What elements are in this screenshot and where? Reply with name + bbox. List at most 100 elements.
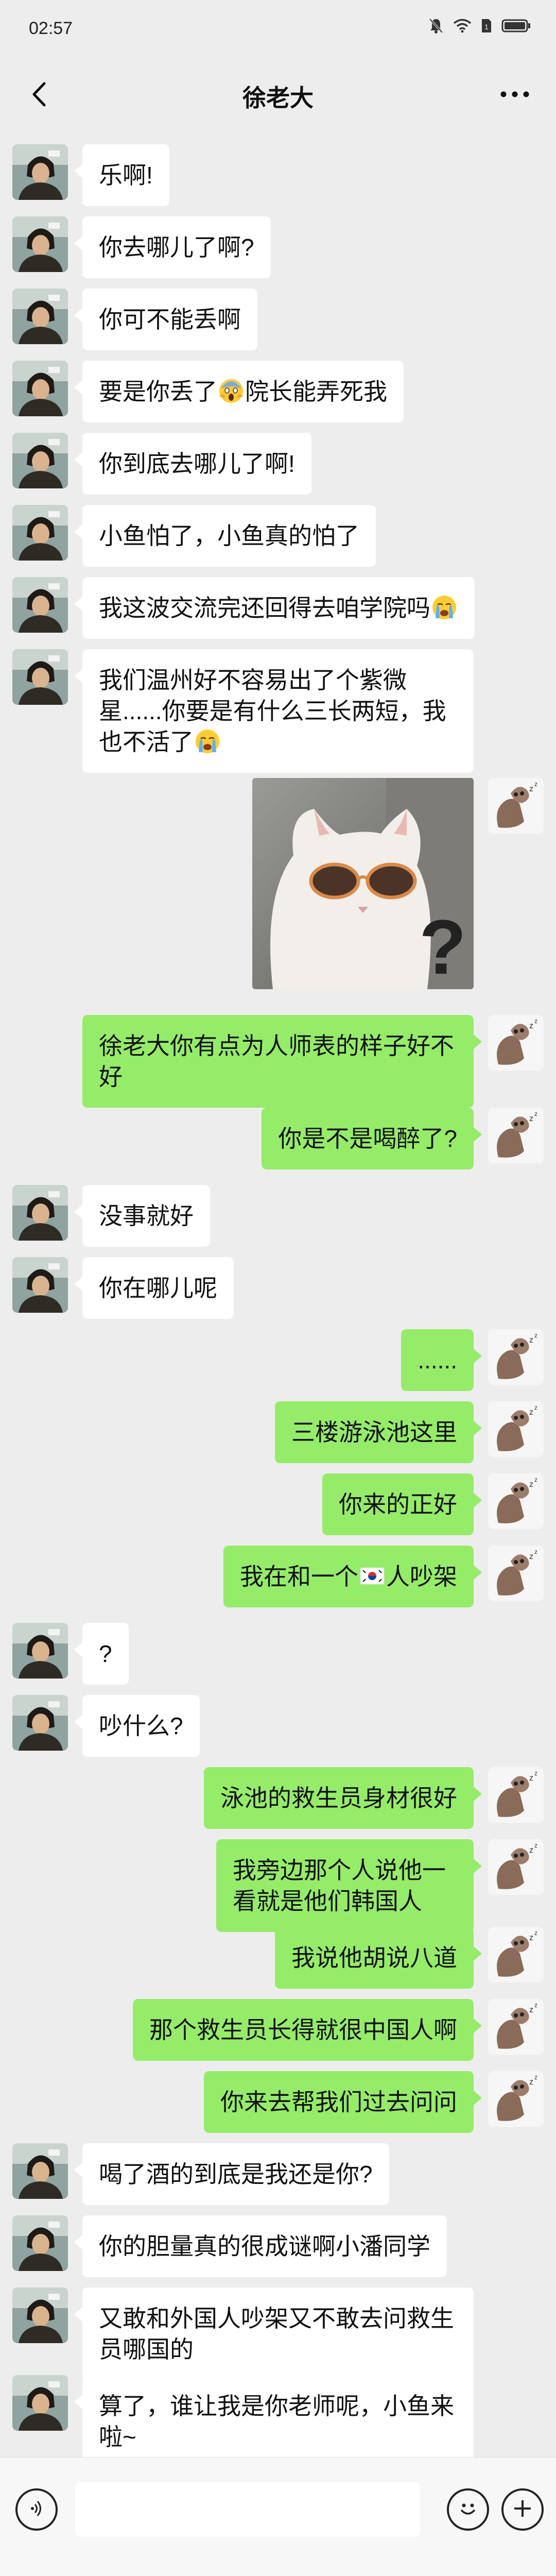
contact-avatar[interactable] (12, 649, 68, 705)
contact-avatar[interactable] (12, 2215, 68, 2271)
message-input[interactable] (75, 2482, 420, 2537)
svg-text:z: z (534, 1842, 537, 1849)
cat-sunglasses-sticker[interactable]: ? (252, 778, 474, 989)
my-avatar[interactable]: z z (488, 1767, 544, 1823)
my-avatar[interactable]: z z (488, 1839, 544, 1895)
message-bubble[interactable]: 喝了酒的到底是我还是你? (74, 2143, 389, 2205)
contact-avatar[interactable] (12, 216, 68, 272)
message-text: ...... (418, 1347, 457, 1374)
message-text: 我在和一个 (240, 1563, 358, 1590)
message-bubble[interactable]: 你来去帮我们过去问问 (204, 2071, 482, 2133)
message-bubble[interactable]: ...... (401, 1329, 482, 1391)
svg-text:z: z (529, 1552, 533, 1561)
message-text: 院长能弄死我 (245, 378, 387, 405)
message-bubble[interactable]: 你去哪儿了啊? (74, 216, 271, 278)
message-bubble[interactable]: 那个救生员长得就很中国人啊 (133, 1999, 482, 2061)
my-avatar[interactable]: z z (488, 1999, 544, 2055)
contact-avatar[interactable] (12, 144, 68, 200)
crying-emoji (194, 728, 221, 755)
voice-icon (26, 2498, 47, 2521)
svg-text:z: z (534, 1332, 537, 1339)
svg-text:z: z (534, 1929, 537, 1937)
contact-avatar[interactable] (12, 1695, 68, 1751)
voice-button[interactable] (15, 2488, 58, 2531)
emoji-button[interactable] (447, 2488, 489, 2531)
svg-text:z: z (534, 1770, 537, 1777)
contact-avatar[interactable] (12, 2375, 68, 2431)
message-bubble[interactable]: 乐啊! (74, 144, 169, 206)
my-avatar[interactable]: z z (488, 1401, 544, 1457)
message-bubble[interactable]: 我旁边那个人说他一看就是他们韩国人 (216, 1839, 482, 1932)
contact-avatar[interactable] (12, 289, 68, 344)
my-avatar[interactable]: z z (488, 1927, 544, 1982)
battery-icon (501, 19, 531, 36)
svg-text:z: z (529, 2078, 533, 2087)
contact-avatar[interactable] (12, 577, 68, 633)
scream-emoji (217, 378, 245, 405)
message-bubble[interactable]: 又敢和外国人吵架又不敢去问救生员哪国的 (74, 2287, 474, 2380)
message-bubble[interactable]: 要是你丢了 院长能弄死我 (74, 361, 404, 422)
contact-avatar[interactable] (12, 361, 68, 416)
plus-icon (511, 2497, 534, 2522)
message-bubble[interactable]: 我说他胡说八道 (275, 1927, 482, 1989)
message-text: 泳池的救生员身材很好 (220, 1785, 457, 1811)
message-text: 我们温州好不容易出了个紫微星......你要是有什么三长两短，我也不活了 (99, 667, 446, 755)
svg-text:z: z (534, 1110, 537, 1117)
message-bubble[interactable]: 你来的正好 (322, 1473, 482, 1535)
contact-avatar[interactable] (12, 433, 68, 488)
message-bubble[interactable]: 你到底去哪儿了啊! (74, 433, 311, 495)
svg-text:z: z (534, 2002, 537, 2009)
message-bubble[interactable]: ? (74, 1623, 129, 1685)
message-bubble[interactable]: 算了，谁让我是你老师呢，小鱼来啦~ (74, 2375, 474, 2468)
message-bubble[interactable]: 没事就好 (74, 1185, 210, 1247)
message-text: 又敢和外国人吵架又不敢去问救生员哪国的 (99, 2305, 454, 2363)
message-bubble[interactable]: 你在哪儿呢 (74, 1257, 234, 1319)
message-bubble[interactable]: 徐老大你有点为人师表的样子好不好 (82, 1015, 482, 1108)
message-text: ? (99, 1640, 112, 1667)
message-text: 没事就好 (99, 1202, 194, 1229)
my-avatar[interactable]: z z (488, 2071, 544, 2127)
svg-text:z: z (534, 1018, 537, 1025)
contact-avatar[interactable] (12, 1257, 68, 1313)
contact-avatar[interactable] (12, 505, 68, 561)
chat-title: 徐老大 (242, 84, 314, 111)
my-avatar[interactable]: z z (488, 1546, 544, 1601)
korea-flag-emoji (358, 1563, 386, 1590)
crying-emoji (430, 595, 458, 621)
my-avatar[interactable]: z z (488, 778, 544, 834)
message-bubble[interactable]: 我们温州好不容易出了个紫微星......你要是有什么三长两短，我也不活了 (74, 649, 474, 773)
svg-text:1: 1 (484, 23, 489, 31)
message-bubble[interactable]: 你是不是喝醉了? (262, 1108, 482, 1170)
message-text: 人吵架 (386, 1563, 457, 1590)
more-button[interactable] (494, 77, 535, 113)
contact-avatar[interactable] (12, 2143, 68, 2199)
message-bubble[interactable]: 小鱼怕了，小鱼真的怕了 (74, 505, 376, 567)
svg-text:z: z (529, 1774, 533, 1783)
contact-avatar[interactable] (12, 2287, 68, 2343)
chat-area[interactable]: 乐啊! 你去哪儿了啊? 你可不能丢啊 要是你丢了 院长能弄死我 你到底去哪儿了啊!… (0, 134, 556, 2468)
message-text: 三楼游泳池这里 (291, 1419, 457, 1446)
my-avatar[interactable]: z z (488, 1015, 544, 1071)
message-text: 小鱼怕了，小鱼真的怕了 (99, 522, 359, 549)
plus-button[interactable] (501, 2488, 544, 2531)
my-avatar[interactable]: z z (488, 1473, 544, 1529)
svg-text:z: z (529, 1846, 533, 1855)
message-bubble[interactable]: 我在和一个 人吵架 (223, 1546, 482, 1607)
message-text: 我说他胡说八道 (291, 1944, 457, 1971)
contact-avatar[interactable] (12, 1623, 68, 1679)
mute-bell-icon (428, 18, 444, 37)
svg-text:z: z (529, 1480, 533, 1489)
message-bubble[interactable]: 三楼游泳池这里 (275, 1401, 482, 1463)
message-bubble[interactable]: 吵什么? (74, 1695, 200, 1757)
message-bubble[interactable]: 泳池的救生员身材很好 (204, 1767, 482, 1829)
my-avatar[interactable]: z z (488, 1108, 544, 1163)
message-bubble[interactable]: 你的胆量真的很成谜啊小潘同学 (74, 2215, 447, 2277)
message-bubble[interactable]: 你可不能丢啊 (74, 289, 257, 350)
message-bubble[interactable]: 我这波交流完还回得去咱学院吗 (74, 577, 475, 639)
svg-text:z: z (529, 785, 533, 793)
my-avatar[interactable]: z z (488, 1329, 544, 1385)
message-text: 吵什么? (99, 1713, 183, 1739)
message-text: 你去哪儿了啊? (99, 234, 254, 261)
message-text: 我旁边那个人说他一看就是他们韩国人 (233, 1857, 446, 1914)
contact-avatar[interactable] (12, 1185, 68, 1241)
